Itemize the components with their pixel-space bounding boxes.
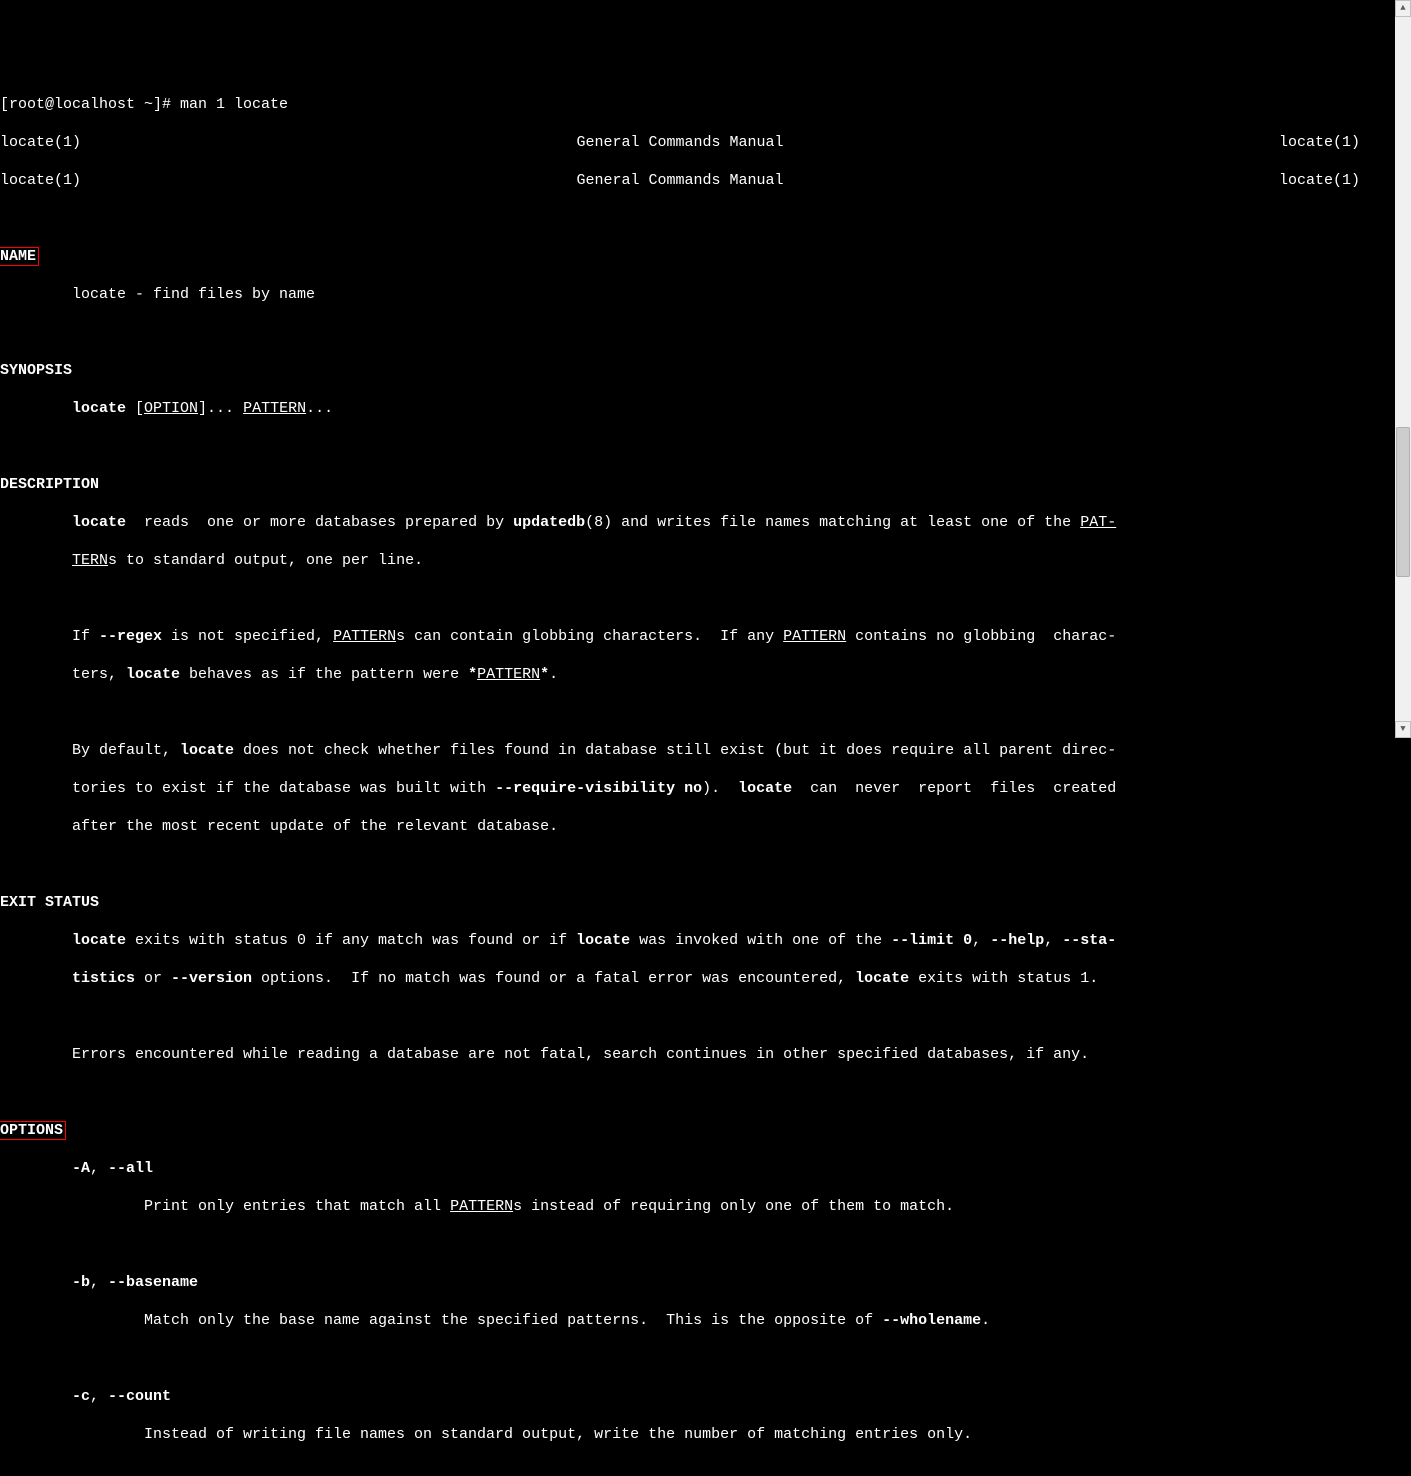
option-basename-desc: Match only the base name against the spe… bbox=[0, 1311, 1395, 1330]
name-line: locate - find files by name bbox=[0, 285, 1395, 304]
scroll-thumb[interactable] bbox=[1396, 427, 1410, 577]
desc-p3-l1: By default, locate does not check whethe… bbox=[0, 741, 1395, 760]
man-header-row-1: locate(1) General Commands Manual locate(1… bbox=[0, 133, 1360, 152]
header-center: General Commands Manual bbox=[576, 133, 783, 152]
desc-p3-l3: after the most recent update of the rele… bbox=[0, 817, 1395, 836]
option-count-desc: Instead of writing file names on standar… bbox=[0, 1425, 1395, 1444]
header-right: locate(1) bbox=[1279, 171, 1360, 190]
section-heading-name: NAME bbox=[0, 247, 39, 266]
scroll-down-arrow[interactable]: ▼ bbox=[1395, 721, 1411, 738]
shell-prompt: [root@localhost ~]# man 1 locate bbox=[0, 95, 1395, 114]
desc-p3-l2: tories to exist if the database was buil… bbox=[0, 779, 1395, 798]
section-heading-options: OPTIONS bbox=[0, 1121, 66, 1140]
scroll-up-arrow[interactable]: ▲ bbox=[1395, 0, 1411, 17]
exit-p2: Errors encountered while reading a datab… bbox=[0, 1045, 1395, 1064]
terminal-output: [root@localhost ~]# man 1 locate locate(… bbox=[0, 76, 1395, 1476]
exit-p1-l1: locate exits with status 0 if any match … bbox=[0, 931, 1395, 950]
exit-p1-l2: tistics or --version options. If no matc… bbox=[0, 969, 1395, 988]
header-center: General Commands Manual bbox=[576, 171, 783, 190]
option-basename-flag: -b, --basename bbox=[0, 1273, 1395, 1292]
option-all-desc: Print only entries that match all PATTER… bbox=[0, 1197, 1395, 1216]
desc-p1-l1: locate reads one or more databases prepa… bbox=[0, 513, 1395, 532]
header-left: locate(1) bbox=[0, 171, 81, 190]
option-count-flag: -c, --count bbox=[0, 1387, 1395, 1406]
desc-p2-l1: If --regex is not specified, PATTERNs ca… bbox=[0, 627, 1395, 646]
header-left: locate(1) bbox=[0, 133, 81, 152]
scroll-track[interactable] bbox=[1395, 17, 1411, 721]
header-right: locate(1) bbox=[1279, 133, 1360, 152]
desc-p2-l2: ters, locate behaves as if the pattern w… bbox=[0, 665, 1395, 684]
option-all-flag: -A, --all bbox=[0, 1159, 1395, 1178]
section-heading-description: DESCRIPTION bbox=[0, 475, 1395, 494]
synopsis-line: locate [OPTION]... PATTERN... bbox=[0, 399, 1395, 418]
desc-p1-l2: TERNs to standard output, one per line. bbox=[0, 551, 1395, 570]
section-heading-synopsis: SYNOPSIS bbox=[0, 361, 1395, 380]
man-header-row-2: locate(1) General Commands Manual locate(1… bbox=[0, 171, 1360, 190]
vertical-scrollbar[interactable]: ▲ ▼ bbox=[1395, 0, 1411, 738]
section-heading-exit-status: EXIT STATUS bbox=[0, 893, 1395, 912]
